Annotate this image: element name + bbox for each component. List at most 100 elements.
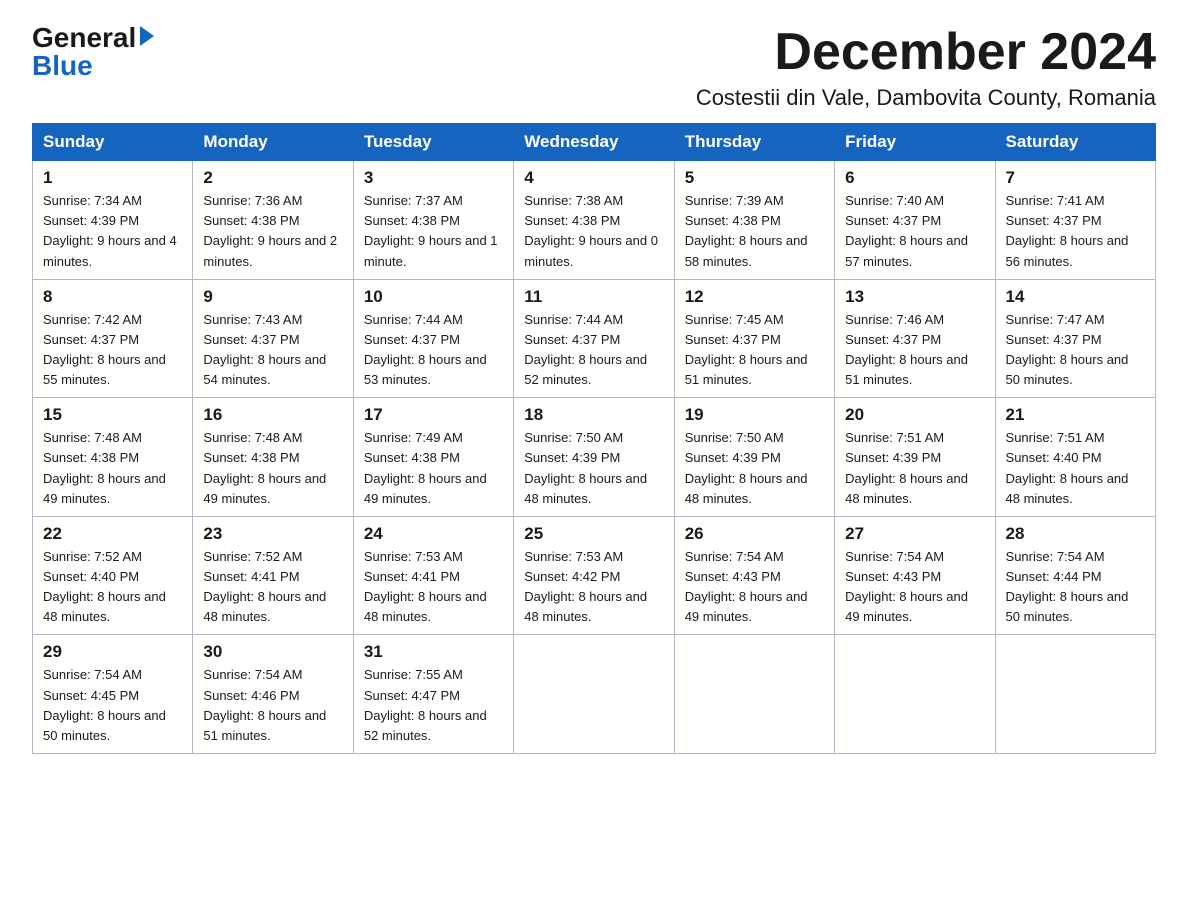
calendar-cell: 29 Sunrise: 7:54 AMSunset: 4:45 PMDayligh… (33, 635, 193, 754)
day-number: 10 (364, 287, 503, 307)
month-title: December 2024 (696, 24, 1156, 81)
day-info: Sunrise: 7:46 AMSunset: 4:37 PMDaylight:… (845, 310, 984, 391)
calendar-week-1: 1 Sunrise: 7:34 AMSunset: 4:39 PMDaylight… (33, 161, 1156, 280)
day-info: Sunrise: 7:36 AMSunset: 4:38 PMDaylight:… (203, 191, 342, 272)
day-info: Sunrise: 7:48 AMSunset: 4:38 PMDaylight:… (203, 428, 342, 509)
day-number: 21 (1006, 405, 1145, 425)
day-info: Sunrise: 7:53 AMSunset: 4:41 PMDaylight:… (364, 547, 503, 628)
logo-general-text: General (32, 24, 136, 52)
day-number: 11 (524, 287, 663, 307)
day-info: Sunrise: 7:54 AMSunset: 4:46 PMDaylight:… (203, 665, 342, 746)
day-info: Sunrise: 7:55 AMSunset: 4:47 PMDaylight:… (364, 665, 503, 746)
day-number: 24 (364, 524, 503, 544)
day-number: 18 (524, 405, 663, 425)
day-info: Sunrise: 7:34 AMSunset: 4:39 PMDaylight:… (43, 191, 182, 272)
day-number: 27 (845, 524, 984, 544)
calendar-week-5: 29 Sunrise: 7:54 AMSunset: 4:45 PMDayligh… (33, 635, 1156, 754)
calendar-cell: 30 Sunrise: 7:54 AMSunset: 4:46 PMDayligh… (193, 635, 353, 754)
calendar-cell: 1 Sunrise: 7:34 AMSunset: 4:39 PMDaylight… (33, 161, 193, 280)
calendar-cell: 3 Sunrise: 7:37 AMSunset: 4:38 PMDaylight… (353, 161, 513, 280)
calendar-cell: 17 Sunrise: 7:49 AMSunset: 4:38 PMDayligh… (353, 398, 513, 517)
day-number: 29 (43, 642, 182, 662)
logo: General Blue (32, 24, 154, 80)
calendar-week-4: 22 Sunrise: 7:52 AMSunset: 4:40 PMDayligh… (33, 516, 1156, 635)
day-number: 13 (845, 287, 984, 307)
calendar-cell: 15 Sunrise: 7:48 AMSunset: 4:38 PMDayligh… (33, 398, 193, 517)
calendar-cell (835, 635, 995, 754)
calendar-cell: 16 Sunrise: 7:48 AMSunset: 4:38 PMDayligh… (193, 398, 353, 517)
day-info: Sunrise: 7:54 AMSunset: 4:43 PMDaylight:… (685, 547, 824, 628)
day-info: Sunrise: 7:40 AMSunset: 4:37 PMDaylight:… (845, 191, 984, 272)
day-number: 17 (364, 405, 503, 425)
calendar-cell: 11 Sunrise: 7:44 AMSunset: 4:37 PMDayligh… (514, 279, 674, 398)
day-number: 19 (685, 405, 824, 425)
day-number: 31 (364, 642, 503, 662)
day-info: Sunrise: 7:37 AMSunset: 4:38 PMDaylight:… (364, 191, 503, 272)
day-info: Sunrise: 7:53 AMSunset: 4:42 PMDaylight:… (524, 547, 663, 628)
calendar-cell: 28Sunrise: 7:54 AMSunset: 4:44 PMDayligh… (995, 516, 1155, 635)
day-number: 30 (203, 642, 342, 662)
calendar-header-thursday: Thursday (674, 124, 834, 161)
calendar-cell: 23Sunrise: 7:52 AMSunset: 4:41 PMDayligh… (193, 516, 353, 635)
day-info: Sunrise: 7:50 AMSunset: 4:39 PMDaylight:… (524, 428, 663, 509)
calendar-cell: 5 Sunrise: 7:39 AMSunset: 4:38 PMDaylight… (674, 161, 834, 280)
day-number: 26 (685, 524, 824, 544)
day-info: Sunrise: 7:39 AMSunset: 4:38 PMDaylight:… (685, 191, 824, 272)
day-info: Sunrise: 7:44 AMSunset: 4:37 PMDaylight:… (524, 310, 663, 391)
calendar-cell: 21Sunrise: 7:51 AMSunset: 4:40 PMDayligh… (995, 398, 1155, 517)
calendar-header-saturday: Saturday (995, 124, 1155, 161)
calendar-cell (514, 635, 674, 754)
calendar-cell: 10 Sunrise: 7:44 AMSunset: 4:37 PMDayligh… (353, 279, 513, 398)
day-number: 22 (43, 524, 182, 544)
day-number: 5 (685, 168, 824, 188)
calendar-cell: 25 Sunrise: 7:53 AMSunset: 4:42 PMDayligh… (514, 516, 674, 635)
calendar-header-sunday: Sunday (33, 124, 193, 161)
day-number: 15 (43, 405, 182, 425)
title-block: December 2024 Costestii din Vale, Dambov… (696, 24, 1156, 111)
calendar-cell: 13 Sunrise: 7:46 AMSunset: 4:37 PMDayligh… (835, 279, 995, 398)
calendar-week-2: 8 Sunrise: 7:42 AMSunset: 4:37 PMDaylight… (33, 279, 1156, 398)
day-number: 4 (524, 168, 663, 188)
day-info: Sunrise: 7:49 AMSunset: 4:38 PMDaylight:… (364, 428, 503, 509)
calendar-cell: 6 Sunrise: 7:40 AMSunset: 4:37 PMDaylight… (835, 161, 995, 280)
day-info: Sunrise: 7:43 AMSunset: 4:37 PMDaylight:… (203, 310, 342, 391)
calendar-week-3: 15 Sunrise: 7:48 AMSunset: 4:38 PMDayligh… (33, 398, 1156, 517)
day-info: Sunrise: 7:44 AMSunset: 4:37 PMDaylight:… (364, 310, 503, 391)
calendar-header-wednesday: Wednesday (514, 124, 674, 161)
calendar-cell: 2Sunrise: 7:36 AMSunset: 4:38 PMDaylight… (193, 161, 353, 280)
day-info: Sunrise: 7:41 AMSunset: 4:37 PMDaylight:… (1006, 191, 1145, 272)
calendar-cell: 20 Sunrise: 7:51 AMSunset: 4:39 PMDayligh… (835, 398, 995, 517)
logo-blue-text: Blue (32, 52, 93, 80)
day-number: 8 (43, 287, 182, 307)
day-number: 6 (845, 168, 984, 188)
day-info: Sunrise: 7:50 AMSunset: 4:39 PMDaylight:… (685, 428, 824, 509)
calendar-header-friday: Friday (835, 124, 995, 161)
calendar-cell: 19 Sunrise: 7:50 AMSunset: 4:39 PMDayligh… (674, 398, 834, 517)
calendar-cell: 27 Sunrise: 7:54 AMSunset: 4:43 PMDayligh… (835, 516, 995, 635)
calendar-cell (674, 635, 834, 754)
day-number: 3 (364, 168, 503, 188)
day-info: Sunrise: 7:54 AMSunset: 4:45 PMDaylight:… (43, 665, 182, 746)
day-number: 20 (845, 405, 984, 425)
day-info: Sunrise: 7:52 AMSunset: 4:40 PMDaylight:… (43, 547, 182, 628)
calendar-table: SundayMondayTuesdayWednesdayThursdayFrid… (32, 123, 1156, 754)
calendar-cell: 31 Sunrise: 7:55 AMSunset: 4:47 PMDayligh… (353, 635, 513, 754)
day-number: 12 (685, 287, 824, 307)
logo-arrow-icon (140, 26, 154, 46)
calendar-header-monday: Monday (193, 124, 353, 161)
calendar-cell: 24 Sunrise: 7:53 AMSunset: 4:41 PMDayligh… (353, 516, 513, 635)
calendar-cell: 4Sunrise: 7:38 AMSunset: 4:38 PMDaylight… (514, 161, 674, 280)
day-number: 25 (524, 524, 663, 544)
day-info: Sunrise: 7:42 AMSunset: 4:37 PMDaylight:… (43, 310, 182, 391)
calendar-header-tuesday: Tuesday (353, 124, 513, 161)
day-info: Sunrise: 7:48 AMSunset: 4:38 PMDaylight:… (43, 428, 182, 509)
day-number: 1 (43, 168, 182, 188)
day-number: 23 (203, 524, 342, 544)
day-number: 16 (203, 405, 342, 425)
day-number: 14 (1006, 287, 1145, 307)
calendar-cell: 8 Sunrise: 7:42 AMSunset: 4:37 PMDaylight… (33, 279, 193, 398)
day-info: Sunrise: 7:47 AMSunset: 4:37 PMDaylight:… (1006, 310, 1145, 391)
day-info: Sunrise: 7:51 AMSunset: 4:39 PMDaylight:… (845, 428, 984, 509)
day-info: Sunrise: 7:54 AMSunset: 4:43 PMDaylight:… (845, 547, 984, 628)
calendar-cell: 18 Sunrise: 7:50 AMSunset: 4:39 PMDayligh… (514, 398, 674, 517)
